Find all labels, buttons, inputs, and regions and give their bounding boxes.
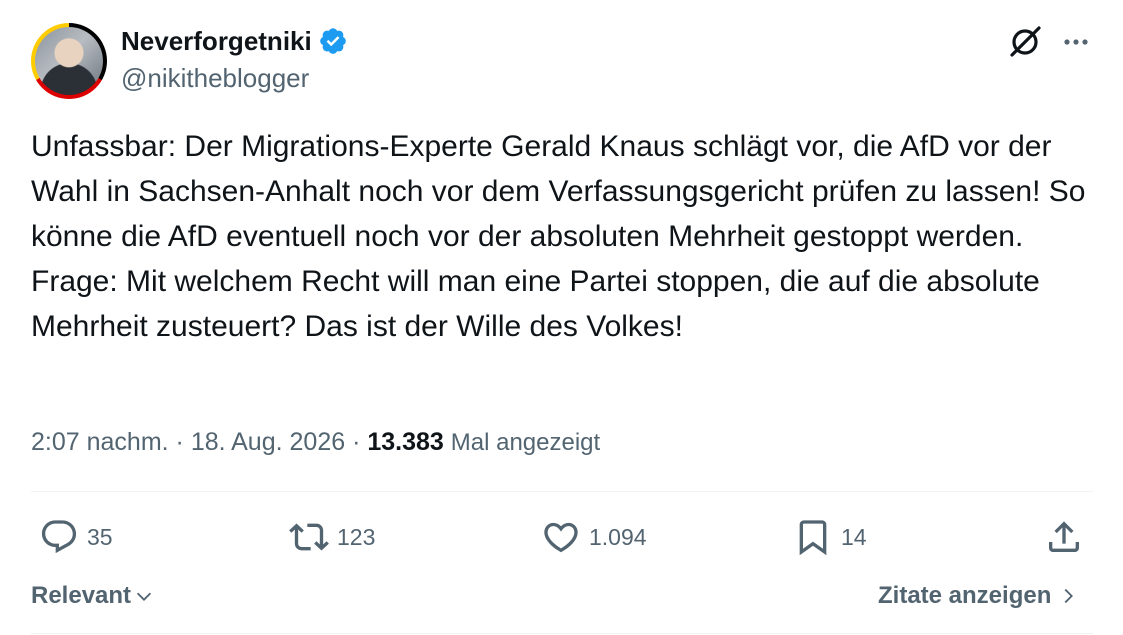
meta-separator: · (168, 428, 191, 456)
views-count[interactable]: 13.383 (367, 428, 443, 456)
author-display-name[interactable]: Neverforgetniki (121, 26, 312, 56)
chevron-right-icon (1064, 588, 1074, 604)
tweet-text: Unfassbar: Der Migrations-Experte Gerald… (31, 124, 1101, 349)
bookmark-icon (799, 520, 827, 556)
share-button[interactable] (1044, 517, 1084, 557)
bookmark-count: 14 (841, 523, 867, 550)
meta-separator: · (345, 428, 368, 456)
like-count: 1.094 (589, 523, 647, 550)
sort-replies-dropdown[interactable]: Relevant (31, 578, 155, 614)
like-button[interactable]: 1.094 (541, 517, 647, 557)
more-icon[interactable] (1060, 30, 1092, 54)
tweet-date[interactable]: 18. Aug. 2026 (191, 428, 345, 456)
show-quotes-link[interactable]: Zitate anzeigen (878, 578, 1079, 614)
tweet-paragraph-2: Frage: Mit welchem Recht will man eine P… (31, 265, 1040, 343)
bookmark-button[interactable]: 14 (793, 517, 867, 557)
tweet-time[interactable]: 2:07 nachm. (31, 428, 169, 456)
reply-button[interactable]: 35 (39, 517, 113, 557)
chevron-down-icon (136, 592, 152, 601)
divider (31, 633, 1093, 634)
verified-badge-icon[interactable] (318, 26, 348, 56)
sort-label: Relevant (31, 582, 132, 609)
author-handle[interactable]: @nikitheblogger (121, 63, 309, 93)
avatar-image (35, 27, 103, 95)
grok-icon[interactable] (1007, 24, 1043, 60)
tweet-meta: 2:07 nachm. · 18. Aug. 2026 · 13.383 Mal… (31, 424, 600, 461)
avatar[interactable] (31, 23, 107, 99)
reply-icon (41, 520, 77, 554)
repost-count: 123 (337, 523, 376, 550)
tweet-paragraph-1: Unfassbar: Der Migrations-Experte Gerald… (31, 130, 1086, 253)
reply-count: 35 (87, 523, 113, 550)
heart-icon (544, 522, 578, 553)
views-label: Mal angezeigt (450, 429, 601, 456)
repost-button[interactable]: 123 (289, 517, 375, 557)
repost-icon (289, 523, 329, 551)
author-display-name-row[interactable]: Neverforgetniki (121, 26, 348, 56)
quotes-label: Zitate anzeigen (878, 582, 1052, 609)
share-icon (1049, 521, 1079, 552)
divider (31, 491, 1093, 492)
